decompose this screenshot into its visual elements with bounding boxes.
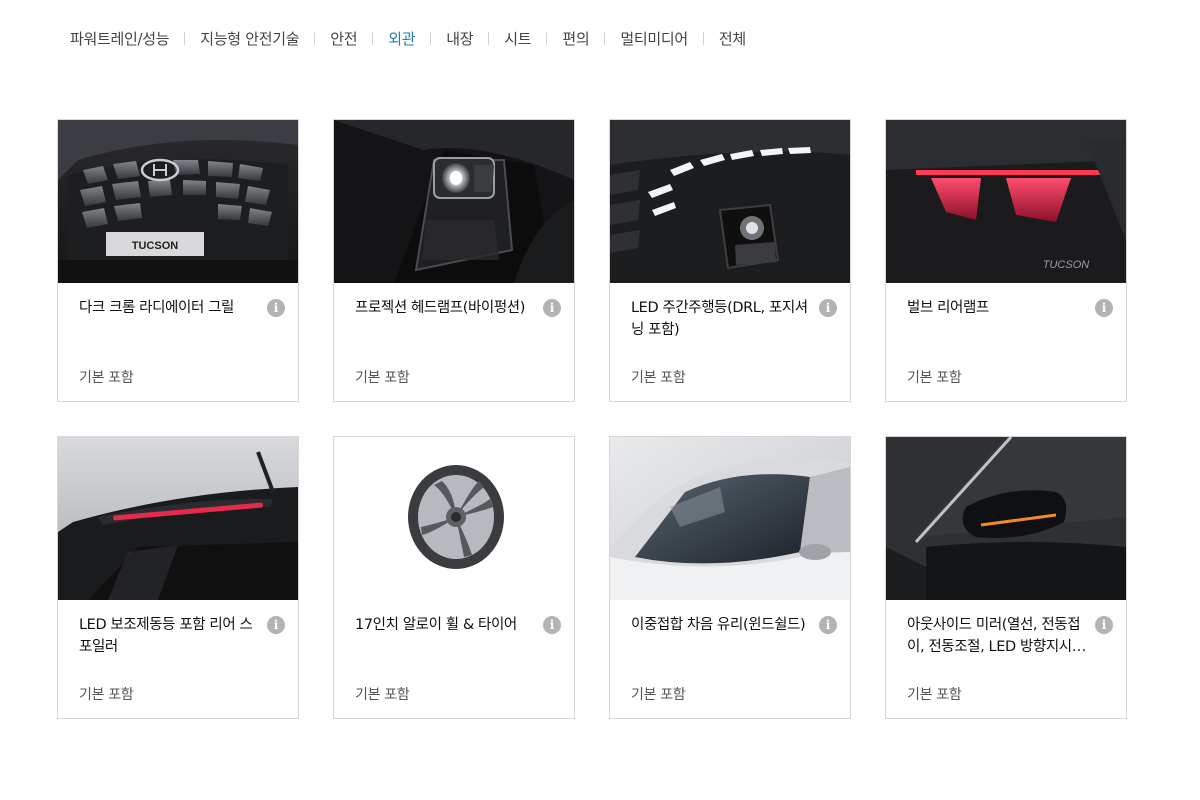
tab-divider [488, 32, 490, 45]
windshield-image [610, 437, 850, 600]
tab-convenience[interactable]: 편의 [562, 28, 589, 49]
tab-divider [314, 32, 316, 45]
tab-safety[interactable]: 안전 [330, 28, 357, 49]
card-title: 아웃사이드 미러(열선, 전동접이, 전동조절, LED 방향지시… [907, 617, 1086, 655]
headlamp-image [334, 120, 574, 283]
card-status: 기본 포함 [79, 687, 134, 703]
card-title: 17인치 알로이 휠 & 타이어 [355, 617, 517, 633]
info-icon[interactable]: i [819, 616, 837, 634]
option-card-bulb-rear-lamp[interactable]: TUCSON 벌브 리어램프 i 기본 포함 [885, 119, 1127, 402]
drl-image [610, 120, 850, 283]
info-icon[interactable]: i [543, 299, 561, 317]
option-card-grid: TUCSON 다크 크롬 라디에이터 그릴 i 기본 포함 프로젝션 헤드램프(… [57, 119, 1127, 719]
tab-smart-safety[interactable]: 지능형 안전기술 [200, 28, 299, 49]
wheel-image [334, 437, 574, 600]
option-card-rear-spoiler[interactable]: LED 보조제동등 포함 리어 스포일러 i 기본 포함 [57, 436, 299, 719]
info-icon[interactable]: i [267, 616, 285, 634]
option-card-outside-mirror[interactable]: 아웃사이드 미러(열선, 전동접이, 전동조절, LED 방향지시… i 기본 … [885, 436, 1127, 719]
tab-divider [702, 32, 704, 45]
tab-interior[interactable]: 내장 [446, 28, 473, 49]
card-status: 기본 포함 [79, 370, 134, 386]
option-card-17-inch-wheel[interactable]: 17인치 알로이 휠 & 타이어 i 기본 포함 [333, 436, 575, 719]
tab-exterior[interactable]: 외관 [388, 28, 415, 49]
option-card-projection-headlamp[interactable]: 프로젝션 헤드램프(바이펑션) i 기본 포함 [333, 119, 575, 402]
card-title: 이중접합 차음 유리(윈드쉴드) [631, 617, 806, 633]
tab-seat[interactable]: 시트 [504, 28, 531, 49]
category-tabs: 파워트레인/성능 지능형 안전기술 안전 외관 내장 시트 편의 멀티미디어 전… [70, 28, 746, 49]
card-status: 기본 포함 [631, 370, 686, 386]
card-status: 기본 포함 [355, 370, 410, 386]
card-title: 프로젝션 헤드램프(바이펑션) [355, 300, 526, 316]
tab-divider [604, 32, 606, 45]
tab-divider [184, 32, 186, 45]
tab-all[interactable]: 전체 [719, 28, 746, 49]
option-card-acoustic-windshield[interactable]: 이중접합 차음 유리(윈드쉴드) i 기본 포함 [609, 436, 851, 719]
option-card-dark-chrome-grille[interactable]: TUCSON 다크 크롬 라디에이터 그릴 i 기본 포함 [57, 119, 299, 402]
rear-lamp-image: TUCSON [886, 120, 1126, 283]
tab-divider [372, 32, 374, 45]
tab-powertrain[interactable]: 파워트레인/성능 [70, 28, 170, 49]
option-card-led-drl[interactable]: LED 주간주행등(DRL, 포지셔닝 포함) i 기본 포함 [609, 119, 851, 402]
card-status: 기본 포함 [355, 687, 410, 703]
spoiler-image [58, 437, 298, 600]
rear-badge-text: TUCSON [1043, 259, 1090, 271]
info-icon[interactable]: i [1095, 616, 1113, 634]
tab-multimedia[interactable]: 멀티미디어 [620, 28, 688, 49]
card-title: 벌브 리어램프 [907, 300, 989, 316]
info-icon[interactable]: i [267, 299, 285, 317]
info-icon[interactable]: i [819, 299, 837, 317]
card-status: 기본 포함 [907, 687, 962, 703]
license-plate-text: TUCSON [132, 240, 179, 252]
info-icon[interactable]: i [543, 616, 561, 634]
info-icon[interactable]: i [1095, 299, 1113, 317]
card-title: LED 보조제동등 포함 리어 스포일러 [79, 617, 253, 655]
card-status: 기본 포함 [907, 370, 962, 386]
mirror-image [886, 437, 1126, 600]
card-status: 기본 포함 [631, 687, 686, 703]
grille-image: TUCSON [58, 120, 298, 283]
tab-divider [430, 32, 432, 45]
card-title: LED 주간주행등(DRL, 포지셔닝 포함) [631, 300, 808, 338]
tab-divider [546, 32, 548, 45]
card-title: 다크 크롬 라디에이터 그릴 [79, 300, 234, 316]
